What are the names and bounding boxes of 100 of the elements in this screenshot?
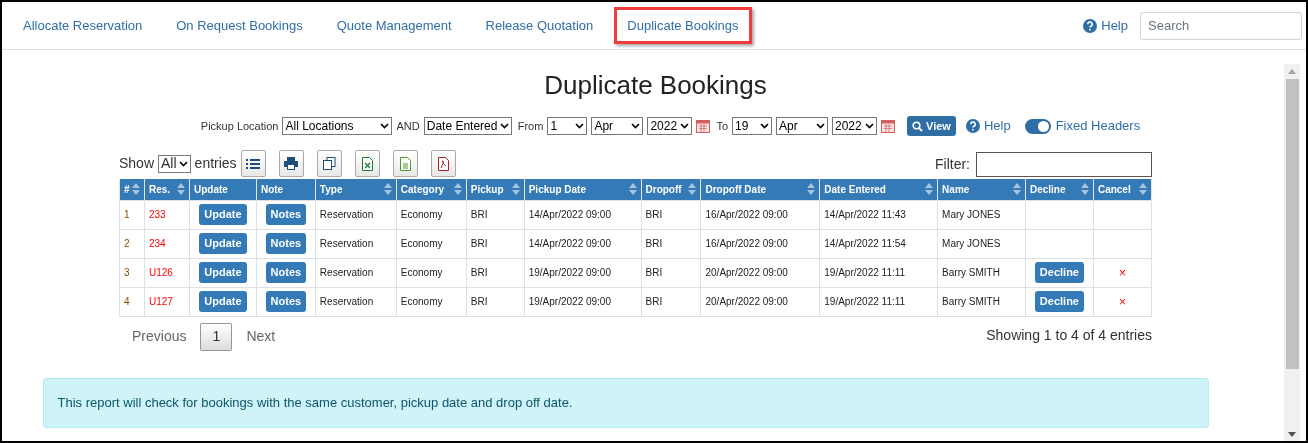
note-button[interactable]: Notes: [265, 262, 307, 283]
sort-icon[interactable]: [628, 182, 637, 197]
cancel-icon[interactable]: ×: [1118, 265, 1126, 280]
column-header[interactable]: Name: [937, 179, 1026, 200]
column-header[interactable]: Type: [315, 179, 397, 200]
sort-icon[interactable]: [176, 182, 185, 197]
sort-icon[interactable]: [688, 182, 697, 197]
scroll-up-icon[interactable]: [1288, 69, 1296, 74]
sort-icon[interactable]: [1139, 182, 1147, 197]
dropdown[interactable]: All Locations: [282, 117, 393, 135]
column-header[interactable]: Note: [256, 179, 316, 200]
view-button[interactable]: View: [907, 116, 956, 136]
dropdown[interactable]: 1: [547, 117, 588, 135]
calendar-icon[interactable]: [881, 119, 895, 133]
and-label: AND: [396, 118, 420, 134]
entries-dropdown[interactable]: All: [158, 154, 191, 173]
nav-tab[interactable]: Release Quotation: [472, 6, 607, 45]
nav-tab[interactable]: On Request Bookings: [163, 6, 316, 45]
scrollbar[interactable]: [1284, 64, 1300, 441]
sort-icon[interactable]: [925, 182, 934, 197]
nav-tab[interactable]: Quote Management: [323, 6, 465, 45]
table-cell: 14/Apr/2022 09:00: [528, 208, 611, 220]
nav-tab[interactable]: Allocate Reservation: [10, 6, 156, 45]
scroll-down-icon[interactable]: [1288, 432, 1296, 437]
chevron-icon: [575, 123, 585, 129]
column-header[interactable]: Dropoff: [641, 179, 701, 200]
note-button[interactable]: Notes: [265, 291, 307, 312]
note-button[interactable]: Notes: [265, 204, 307, 225]
column-header[interactable]: Res.: [144, 179, 190, 200]
filter-field[interactable]: [976, 152, 1152, 177]
pickup-location-label: Pickup Location: [200, 118, 279, 134]
column-header[interactable]: Date Entered: [819, 179, 938, 200]
show-label: Show: [119, 154, 155, 173]
dropdown[interactable]: 2022: [647, 117, 693, 135]
column-header[interactable]: #: [119, 179, 145, 200]
column-header[interactable]: Category: [396, 179, 467, 200]
nav-tab[interactable]: Duplicate Bookings: [614, 6, 752, 45]
dropdown[interactable]: Apr: [776, 117, 828, 135]
dropdown[interactable]: Apr: [591, 117, 644, 135]
sort-icon[interactable]: [383, 182, 392, 197]
sort-icon[interactable]: [1080, 182, 1089, 197]
dropdown[interactable]: 2022: [832, 117, 877, 135]
table-cell: Reservation: [319, 266, 374, 278]
decline-button[interactable]: Decline: [1034, 291, 1084, 312]
column-header[interactable]: Pickup: [466, 179, 525, 200]
chevron-icon: [178, 160, 188, 167]
table-cell: Mary JONES: [942, 237, 1001, 249]
previous-link[interactable]: Previous: [132, 326, 187, 347]
update-button[interactable]: Update: [199, 233, 247, 254]
table-cell: 14/Apr/2022 09:00: [528, 237, 611, 249]
toggle-switch[interactable]: [1024, 118, 1051, 134]
column-header[interactable]: Decline: [1025, 179, 1094, 200]
export-button[interactable]: [316, 150, 342, 177]
help-link[interactable]: Help: [1083, 15, 1128, 36]
next-link[interactable]: Next: [246, 326, 276, 347]
help-link[interactable]: Help: [965, 116, 1011, 136]
spreadsheet-icon: [361, 156, 373, 171]
calendar-icon[interactable]: [696, 119, 711, 133]
table-cell: BRI: [470, 295, 488, 307]
to-label: To: [716, 118, 728, 134]
export-button[interactable]: [240, 150, 266, 177]
update-button[interactable]: Update: [199, 262, 247, 283]
decline-button[interactable]: Decline: [1034, 262, 1084, 283]
export-button[interactable]: [430, 150, 456, 177]
sort-icon[interactable]: [807, 182, 816, 197]
table-cell: Economy: [400, 295, 443, 307]
table-cell: 19/Apr/2022 09:00: [528, 266, 611, 278]
column-header[interactable]: Pickup Date: [524, 179, 641, 200]
chevron-icon: [816, 123, 825, 129]
table-cell: 1: [124, 208, 130, 220]
sort-icon[interactable]: [1012, 182, 1021, 197]
table-cell: BRI: [470, 237, 488, 249]
chevron-icon: [499, 123, 509, 129]
page-button[interactable]: 1: [200, 322, 233, 351]
pdf-icon: [437, 156, 449, 171]
update-button[interactable]: Update: [199, 204, 247, 225]
table-cell: Reservation: [319, 208, 374, 220]
column-header[interactable]: Dropoff Date: [701, 179, 820, 200]
search-field[interactable]: Search: [1140, 11, 1302, 40]
sort-icon[interactable]: [132, 182, 140, 197]
column-header[interactable]: Cancel: [1093, 179, 1152, 200]
table-cell: 3: [124, 266, 130, 278]
cancel-icon[interactable]: ×: [1118, 294, 1126, 309]
table-cell: BRI: [645, 295, 663, 307]
table-cell: Economy: [400, 237, 443, 249]
reservation-link[interactable]: 234: [149, 237, 166, 249]
copy-icon: [322, 157, 336, 170]
sort-icon[interactable]: [511, 182, 520, 197]
table-cell: 16/Apr/2022 09:00: [705, 208, 788, 220]
sort-icon[interactable]: [453, 182, 462, 197]
column-header[interactable]: Update: [189, 179, 257, 200]
export-button[interactable]: [278, 150, 304, 177]
reservation-link[interactable]: 233: [149, 208, 166, 220]
table-cell: 2: [124, 237, 130, 249]
update-button[interactable]: Update: [199, 291, 247, 312]
chevron-icon: [760, 123, 769, 129]
dropdown[interactable]: Date Entered: [423, 117, 512, 135]
dropdown[interactable]: 19: [732, 117, 772, 135]
export-button[interactable]: [354, 150, 380, 177]
note-button[interactable]: Notes: [265, 233, 307, 254]
